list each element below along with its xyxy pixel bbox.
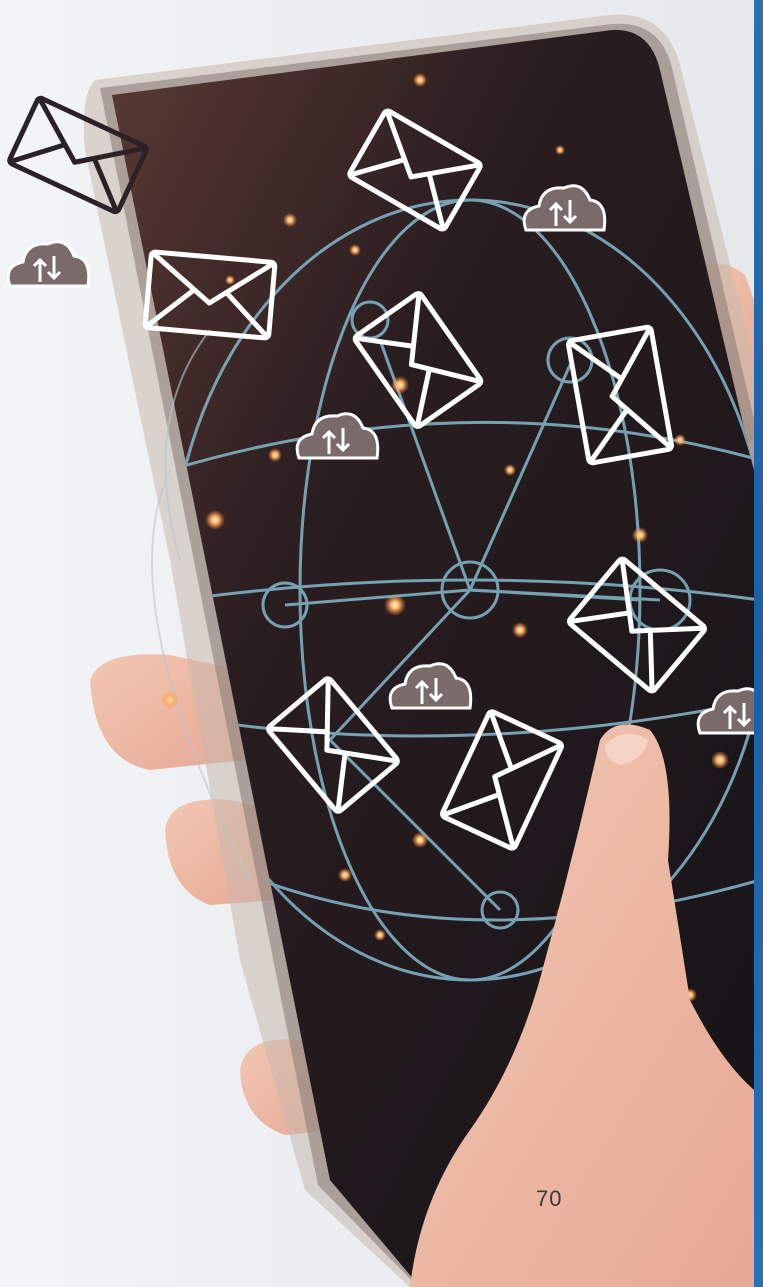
page-edge-bar <box>754 0 763 1287</box>
page: 70 <box>0 0 763 1287</box>
phone-network-illustration <box>6 14 754 1287</box>
cloud-sync-icon <box>6 240 91 288</box>
page-number: 70 <box>536 1186 563 1211</box>
